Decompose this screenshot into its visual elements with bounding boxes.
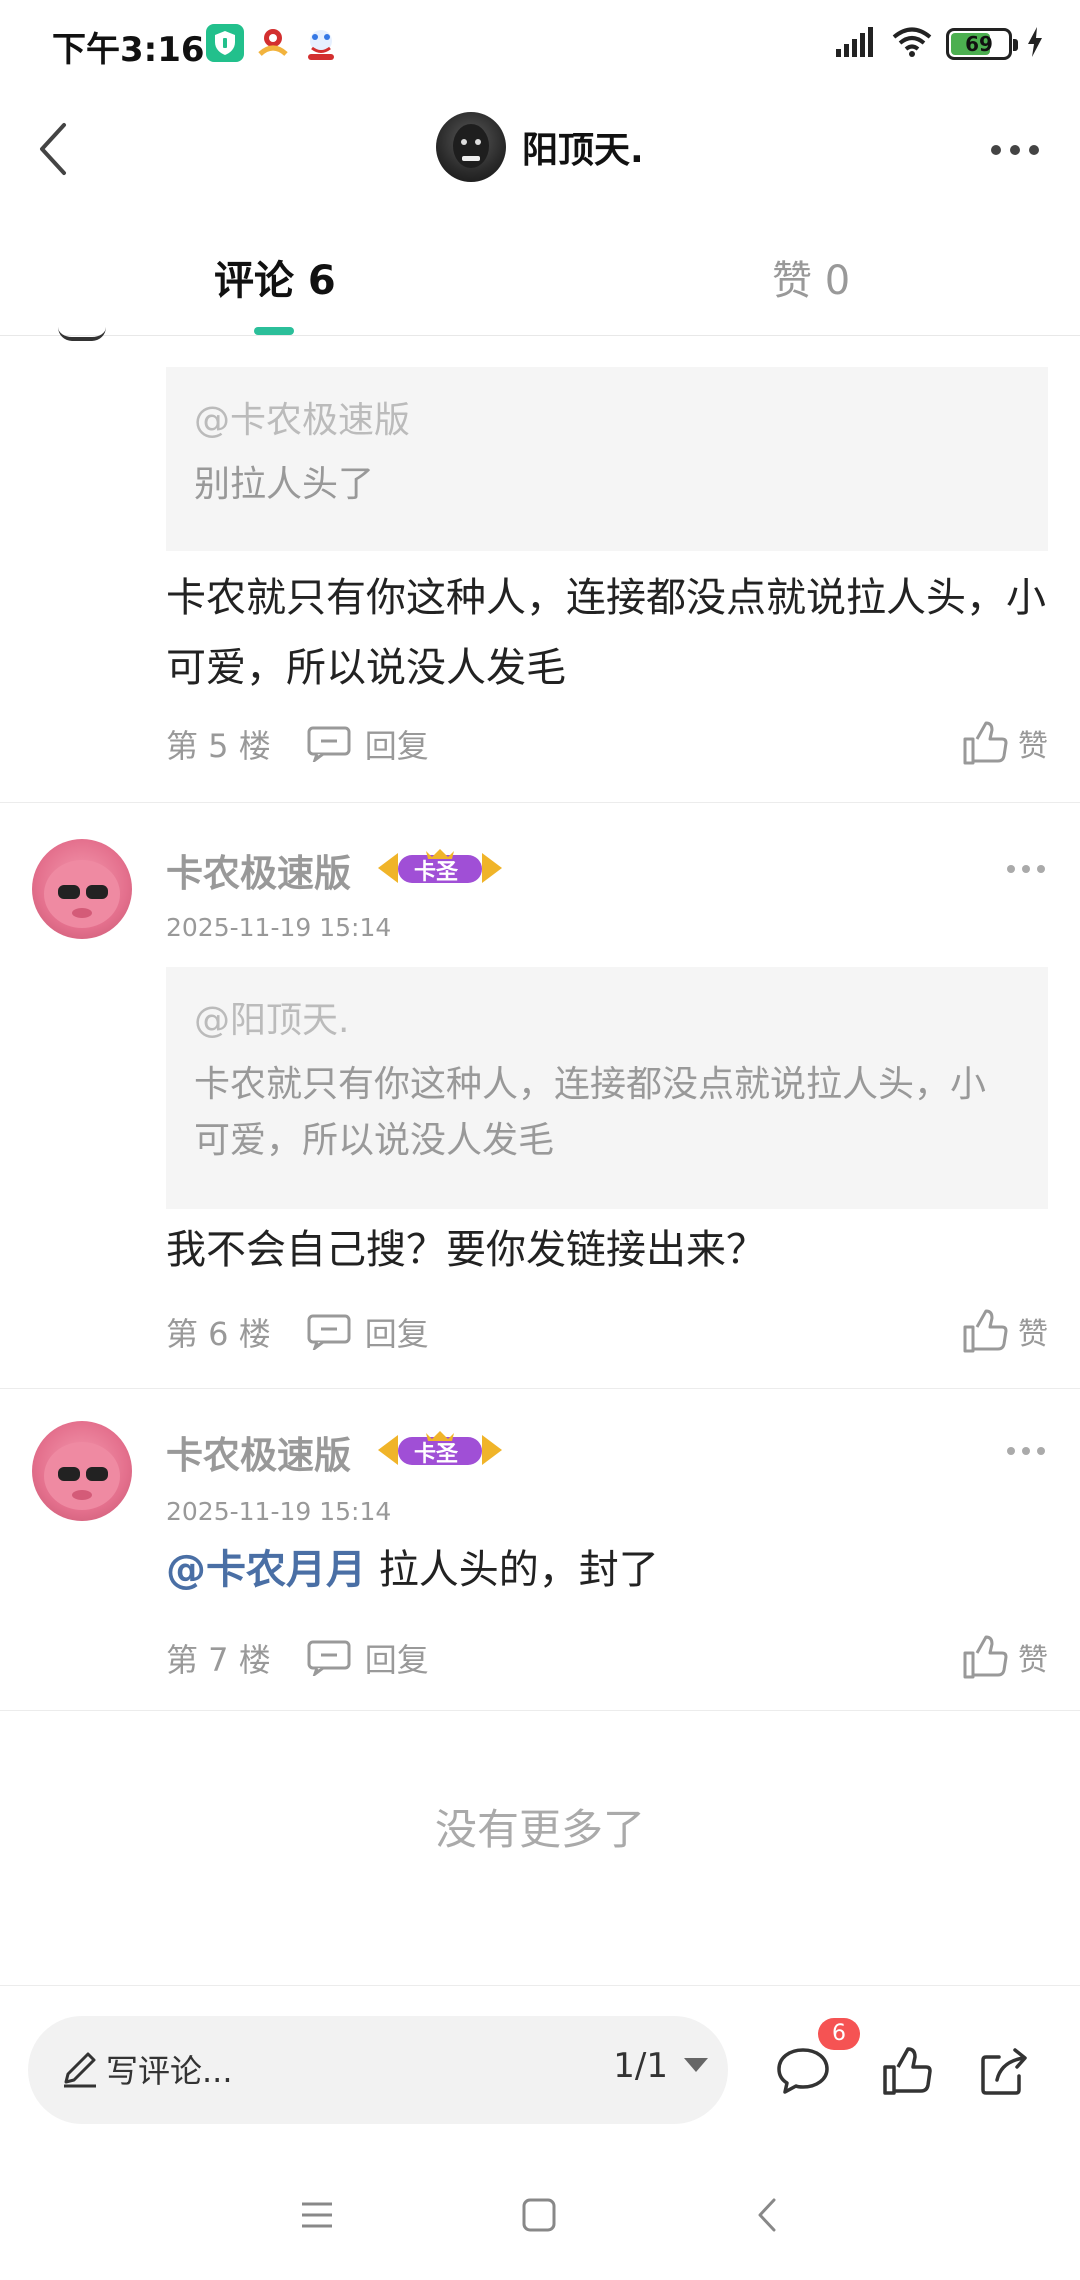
tab-bar: 评论 6 赞 0: [0, 230, 1080, 336]
quote-mention[interactable]: @卡农极速版: [194, 391, 1020, 443]
chevron-left-icon: [40, 123, 66, 175]
comment-text-body: 拉人头的，封了: [366, 1547, 659, 1593]
thumbs-up-icon: [963, 1309, 1008, 1353]
like-label: 赞: [1018, 1643, 1048, 1678]
status-icons: 69: [836, 26, 1044, 62]
quote-text: 卡农就只有你这种人，连接都没点就说拉人头，小可爱，所以说没人发毛: [194, 1064, 987, 1161]
system-back-button[interactable]: [732, 2180, 802, 2250]
charging-icon: [1026, 27, 1044, 61]
comment-time: 2025-11-19 15:14: [166, 913, 392, 942]
header-user[interactable]: 阳顶天.: [436, 112, 644, 182]
rank-badge-label: 卡圣: [414, 1442, 459, 1467]
quoted-comment[interactable]: @卡农极速版 别拉人头了: [166, 367, 1048, 551]
reply-icon: [307, 726, 351, 762]
avatar[interactable]: [32, 839, 132, 939]
like-button[interactable]: 赞: [962, 1635, 1048, 1679]
comment-text: 卡农就只有你这种人，连接都没点就说拉人头，小可爱，所以说没人发毛: [166, 575, 1046, 691]
floor-number: 第 5 楼: [166, 727, 271, 765]
comment-text: @卡农月月 拉人头的，封了: [166, 1535, 1046, 1605]
comment-time: 2025-11-19 15:14: [166, 1497, 392, 1526]
like-post-button[interactable]: [874, 2038, 940, 2104]
thumbs-up-icon: [963, 721, 1008, 765]
avatar[interactable]: [32, 1421, 132, 1521]
avatar[interactable]: [436, 112, 506, 182]
shield-app-icon: [206, 24, 244, 62]
home-button[interactable]: [504, 2180, 574, 2250]
top-header: 阳顶天.: [0, 100, 1080, 200]
reply-icon: [307, 1640, 351, 1676]
reply-button[interactable]: 回复: [307, 1309, 429, 1355]
user-mention-link[interactable]: @卡农月月: [166, 1547, 366, 1593]
back-button[interactable]: [18, 114, 88, 184]
share-icon: [981, 2048, 1027, 2095]
comment-more-button[interactable]: [1006, 859, 1046, 879]
reply-button[interactable]: 回复: [307, 1635, 429, 1681]
more-options-button[interactable]: [980, 120, 1050, 180]
like-label: 赞: [1018, 1317, 1048, 1352]
tab-indicator: [254, 327, 294, 335]
more-dots-icon: [991, 145, 1039, 155]
battery-icon: 69: [946, 28, 1018, 60]
comment-item: @卡农极速版 别拉人头了 卡农就只有你这种人，连接都没点就说拉人头，小可爱，所以…: [0, 337, 1080, 803]
tencent-app-icon: [254, 24, 292, 62]
comment-bubble-icon: [777, 2048, 829, 2094]
chevron-left-icon: [758, 2198, 776, 2232]
header-username: 阳顶天.: [522, 130, 644, 171]
baidu-app-icon: [302, 24, 340, 62]
like-button[interactable]: 赞: [962, 1309, 1048, 1353]
like-label: 赞: [1018, 729, 1048, 764]
thumbs-up-icon: [963, 1635, 1008, 1679]
signal-icon: [836, 27, 878, 61]
comment-footer: 第 7 楼 回复: [166, 1635, 429, 1681]
thumbs-up-icon: [883, 2047, 932, 2095]
pen-icon: [64, 2052, 96, 2088]
comment-more-button[interactable]: [1006, 1441, 1046, 1461]
square-icon: [522, 2198, 556, 2232]
status-bar: 下午3:16 69: [0, 0, 1080, 90]
status-time: 下午3:16: [52, 30, 205, 70]
tab-comments[interactable]: 评论 6: [214, 248, 336, 306]
quoted-comment[interactable]: @阳顶天. 卡农就只有你这种人，连接都没点就说拉人头，小可爱，所以说没人发毛: [166, 967, 1048, 1209]
comment-author[interactable]: 卡农极速版: [166, 843, 351, 897]
recent-apps-button[interactable]: [282, 2180, 352, 2250]
quote-text: 别拉人头了: [194, 464, 375, 505]
comment-input[interactable]: 写评论... 1/1: [28, 2016, 728, 2124]
comment-footer: 第 6 楼 回复: [166, 1309, 429, 1355]
comment-author[interactable]: 卡农极速版: [166, 1425, 351, 1479]
reply-label: 回复: [364, 727, 429, 765]
share-button[interactable]: [972, 2038, 1038, 2104]
comment-footer: 第 5 楼 回复: [166, 721, 429, 767]
comment-item: 卡农极速版 卡圣 2025-11-19 15:14 @卡农月月 拉人头的，封了 …: [0, 1389, 1080, 1711]
chevron-down-icon[interactable]: [684, 2058, 708, 2072]
comment-text: 我不会自己搜？要你发链接出来？: [166, 1227, 766, 1273]
tab-likes[interactable]: 赞 0: [772, 248, 850, 306]
more-dots-icon: [1007, 865, 1045, 873]
quote-mention[interactable]: @阳顶天.: [194, 991, 1020, 1043]
system-nav-bar: [0, 2150, 1080, 2280]
floor-number: 第 7 楼: [166, 1641, 271, 1679]
floor-number: 第 6 楼: [166, 1315, 271, 1353]
page-indicator[interactable]: 1/1: [613, 2046, 668, 2086]
reply-button[interactable]: 回复: [307, 721, 429, 767]
rank-badge: 卡圣: [370, 1427, 510, 1473]
rank-badge: 卡圣: [370, 845, 510, 891]
like-button[interactable]: 赞: [962, 721, 1048, 765]
battery-percent: 69: [965, 32, 993, 56]
end-of-list-text: 没有更多了: [434, 1805, 645, 1854]
more-dots-icon: [1007, 1447, 1045, 1455]
rank-badge-label: 卡圣: [414, 860, 459, 885]
wifi-icon: [892, 26, 932, 62]
comment-item: 卡农极速版 卡圣 2025-11-19 15:14 @阳顶天. 卡农就只有你这种…: [0, 803, 1080, 1389]
reply-label: 回复: [364, 1315, 429, 1353]
reply-icon: [307, 1314, 351, 1350]
bottom-action-bar: 写评论... 1/1 6: [0, 1985, 1080, 2150]
menu-icon: [302, 2202, 332, 2228]
reply-label: 回复: [364, 1641, 429, 1679]
comment-input-placeholder: 写评论...: [106, 2052, 233, 2090]
comment-count-badge: 6: [818, 2018, 860, 2050]
